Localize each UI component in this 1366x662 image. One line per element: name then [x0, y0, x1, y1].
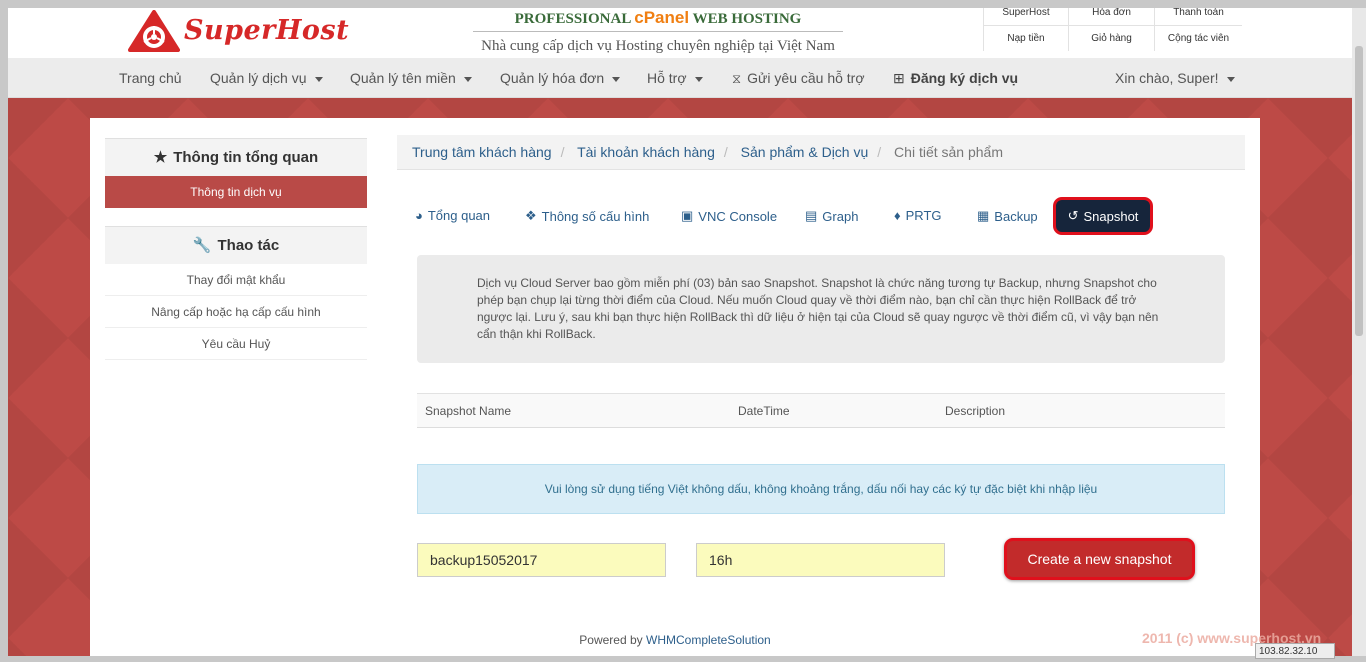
ip-address-badge: 103.82.32.10: [1255, 643, 1335, 659]
tab-configuration[interactable]: ❖ Thông số cấu hình: [525, 208, 649, 224]
nav-domains[interactable]: Quản lý tên miền: [350, 58, 472, 98]
sidebar-actions: 🔧 Thao tác Thay đổi mật khẩu Nâng cấp hoặ…: [105, 226, 367, 360]
sidebar-item-service-info[interactable]: Thông tin dịch vụ: [105, 176, 367, 208]
history-icon: ↺: [1067, 208, 1079, 223]
col-datetime: DateTime: [738, 404, 790, 418]
col-description: Description: [945, 404, 1006, 418]
bell-icon: ♦: [894, 208, 901, 223]
nav-submit-ticket[interactable]: ⧖ Gửi yêu cầu hỗ trợ: [732, 58, 865, 98]
snapshot-info-box: Dịch vụ Cloud Server bao gồm miễn phí (0…: [417, 255, 1225, 363]
snapshot-name-input[interactable]: backup15052017: [417, 543, 666, 577]
nav-register-label: Đăng ký dịch vụ: [910, 70, 1019, 86]
toplink-affiliate[interactable]: Cộng tác viên: [1154, 26, 1242, 51]
nav-support-label: Hỗ trợ: [647, 70, 687, 86]
cpanel-text: cPanel: [634, 8, 690, 27]
nav-home[interactable]: Trang chủ: [119, 58, 182, 98]
toplink-invoices[interactable]: Hóa đơn: [1068, 8, 1154, 26]
toplink-superhost[interactable]: SuperHost: [983, 8, 1068, 26]
desktop-icon: ▣: [681, 208, 694, 223]
tab-snapshot-label: Snapshot: [1083, 208, 1139, 224]
breadcrumb-client-area[interactable]: Trung tâm khách hàng: [412, 144, 552, 160]
breadcrumb-separator: /: [877, 144, 882, 160]
tab-graph[interactable]: ▤ Graph: [805, 208, 858, 224]
sidebar-overview-title: ★ Thông tin tổng quan: [105, 138, 367, 176]
sidebar-item-change-password[interactable]: Thay đổi mật khẩu: [105, 264, 367, 296]
globe-icon: ◕: [415, 208, 423, 223]
powered-by-text: Powered by: [579, 633, 643, 647]
logo-text: SuperHost: [184, 14, 350, 46]
sidebar-actions-title-text: Thao tác: [217, 237, 280, 254]
toplink-payment[interactable]: Thanh toán: [1154, 8, 1242, 26]
toplink-topup[interactable]: Nạp tiền: [983, 26, 1068, 51]
tab-overview[interactable]: ◕ Tổng quan: [415, 208, 490, 223]
bar-chart-icon: ▤: [805, 208, 818, 223]
nav-services[interactable]: Quản lý dịch vụ: [210, 58, 323, 98]
top-quick-links: SuperHost Hóa đơn Thanh toán Nạp tiền Gi…: [983, 8, 1242, 51]
user-greeting: Xin chào, Super!: [1115, 70, 1219, 86]
chevron-down-icon: [463, 76, 472, 82]
nav-home-label: Trang chủ: [119, 70, 182, 86]
col-snapshot-name: Snapshot Name: [425, 404, 512, 418]
logo-triangle-icon: [128, 10, 180, 52]
breadcrumb-separator: /: [723, 144, 728, 160]
breadcrumb-separator: /: [560, 144, 565, 160]
wrench-icon: 🔧: [192, 237, 212, 254]
toplink-cart[interactable]: Giỏ hàng: [1068, 26, 1154, 51]
site-header: SuperHost PROFESSIONAL cPanel WEB HOSTIN…: [8, 8, 1352, 58]
tagline-pre: PROFESSIONAL: [514, 11, 631, 27]
sidebar-item-upgrade-downgrade[interactable]: Nâng cấp hoặc hạ cấp cấu hình: [105, 296, 367, 328]
tagline-post: WEB HOSTING: [692, 11, 802, 27]
whmcs-link[interactable]: WHMCompleteSolution: [646, 633, 771, 647]
tab-vnc-console-label: VNC Console: [698, 208, 778, 224]
breadcrumb-products[interactable]: Sản phẩm & Dịch vụ: [741, 144, 869, 160]
tab-vnc-console[interactable]: ▣ VNC Console: [681, 208, 777, 224]
chevron-down-icon: [1226, 76, 1235, 82]
chevron-down-icon: [694, 76, 703, 82]
tab-configuration-label: Thông số cấu hình: [541, 208, 650, 224]
sidebar-item-cancel-request[interactable]: Yêu cầu Huỷ: [105, 328, 367, 360]
nav-submit-ticket-label: Gửi yêu cầu hỗ trợ: [747, 70, 865, 86]
nav-invoices-label: Quản lý hóa đơn: [500, 70, 605, 86]
tab-backup[interactable]: ▦ Backup: [977, 208, 1038, 224]
ticket-icon: ⧖: [732, 71, 742, 86]
snapshot-table-header: Snapshot Name DateTime Description: [417, 393, 1225, 428]
tagline-line1: PROFESSIONAL cPanel WEB HOSTING: [473, 8, 843, 32]
tagline-line2: Nhà cung cấp dịch vụ Hosting chuyên nghi…: [481, 38, 835, 54]
nav-user-menu[interactable]: Xin chào, Super!: [1115, 58, 1235, 98]
chevron-down-icon: [314, 76, 323, 82]
browser-viewport: SuperHost PROFESSIONAL cPanel WEB HOSTIN…: [8, 8, 1352, 656]
input-notice: Vui lòng sử dụng tiếng Việt không dấu, k…: [417, 464, 1225, 514]
cubes-icon: ❖: [525, 208, 537, 223]
nav-support[interactable]: Hỗ trợ: [647, 58, 703, 98]
superhost-logo[interactable]: SuperHost: [128, 10, 350, 52]
chevron-down-icon: [612, 76, 621, 82]
sidebar-overview: ★ Thông tin tổng quan Thông tin dịch vụ: [105, 138, 367, 208]
tab-graph-label: Graph: [822, 208, 859, 224]
nav-register[interactable]: ⊞ Đăng ký dịch vụ: [893, 58, 1018, 98]
header-tagline: PROFESSIONAL cPanel WEB HOSTING Nhà cung…: [448, 8, 868, 55]
create-snapshot-button[interactable]: Create a new snapshot: [1004, 538, 1195, 580]
breadcrumb-account[interactable]: Tài khoản khách hàng: [577, 144, 715, 160]
nav-invoices[interactable]: Quản lý hóa đơn: [500, 58, 621, 98]
main-content: ★ Thông tin tổng quan Thông tin dịch vụ 🔧…: [90, 118, 1260, 656]
star-icon: ★: [153, 149, 168, 166]
main-navbar: Trang chủ Quản lý dịch vụ Quản lý tên mi…: [8, 58, 1352, 98]
tab-overview-label: Tổng quan: [427, 208, 491, 223]
save-icon: ▦: [977, 208, 990, 223]
breadcrumb: Trung tâm khách hàng / Tài khoản khách hà…: [397, 135, 1245, 170]
breadcrumb-current: Chi tiết sản phẩm: [894, 144, 1003, 160]
nav-services-label: Quản lý dịch vụ: [210, 70, 307, 86]
nav-domains-label: Quản lý tên miền: [350, 70, 456, 86]
scrollbar[interactable]: [1352, 8, 1366, 656]
sidebar-overview-title-text: Thông tin tổng quan: [173, 149, 319, 166]
sidebar-actions-title: 🔧 Thao tác: [105, 226, 367, 264]
scrollbar-thumb[interactable]: [1355, 46, 1363, 336]
tab-prtg[interactable]: ♦ PRTG: [894, 208, 942, 223]
tab-prtg-label: PRTG: [905, 208, 942, 223]
snapshot-description-input[interactable]: 16h: [696, 543, 945, 577]
tab-backup-label: Backup: [994, 208, 1038, 224]
footer-powered-by: Powered by WHMCompleteSolution: [90, 633, 1260, 647]
plus-square-icon: ⊞: [893, 70, 905, 86]
tab-snapshot[interactable]: ↺ Snapshot: [1053, 197, 1153, 235]
